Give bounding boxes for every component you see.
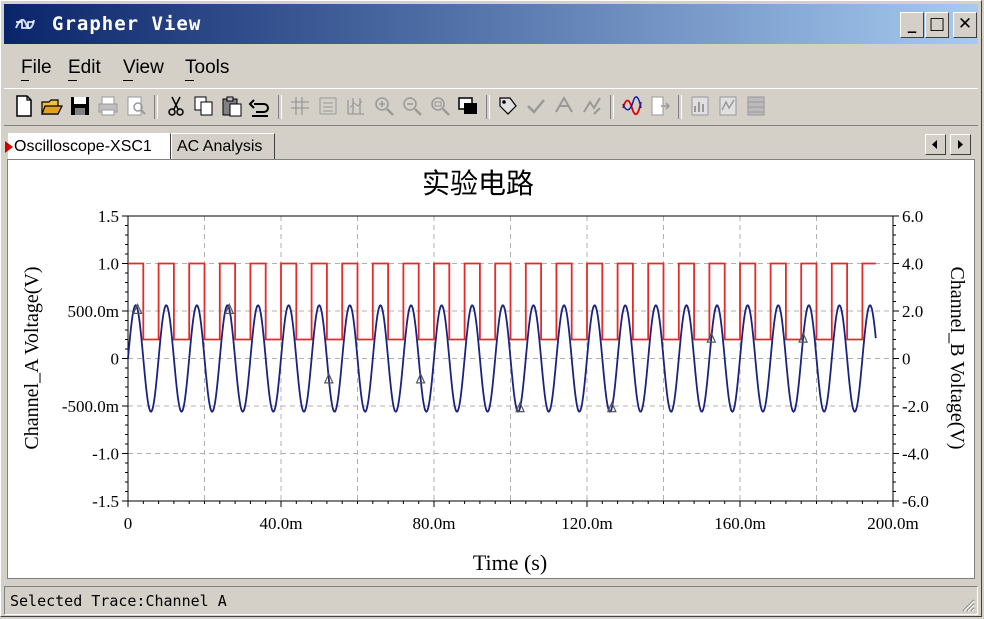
x-tick-label: 80.0m xyxy=(413,514,456,533)
x-tick-label: 120.0m xyxy=(561,514,612,533)
chart-title: 实验电路 xyxy=(422,168,534,200)
save-icon[interactable] xyxy=(68,94,92,118)
menu-file-label: File xyxy=(21,57,52,78)
window-title: Grapher View xyxy=(52,13,202,35)
x-tick-label: 0 xyxy=(124,514,133,533)
oscilloscope-chart[interactable]: 0 40.0m 80.0m 120.0m 160.0m 200.0m 1.5 1.0 500.0… xyxy=(8,160,974,578)
axis-layer: 0 40.0m 80.0m 120.0m 160.0m 200.0m 1.5 1.0 500.0… xyxy=(62,207,929,533)
close-button[interactable]: ✕ xyxy=(953,12,977,38)
overlay-traces-icon[interactable] xyxy=(580,94,604,118)
minimize-button[interactable]: _ xyxy=(900,12,924,38)
menu-file[interactable]: File xyxy=(21,57,52,81)
menu-view-mnemonic-underline xyxy=(123,80,133,81)
menu-edit[interactable]: Edit xyxy=(68,57,101,81)
menu-edit-label: Edit xyxy=(68,57,101,78)
paste-icon[interactable] xyxy=(220,94,244,118)
tab-oscilloscope-xsc1[interactable]: Oscilloscope-XSC1 xyxy=(5,133,171,159)
export-measurement-icon[interactable] xyxy=(648,94,672,118)
menu-file-mnemonic-underline xyxy=(21,80,29,81)
x-tick-label: 40.0m xyxy=(260,514,303,533)
toolbar-separator xyxy=(610,95,614,119)
grapher-window: Grapher View _ □ ✕ File Edit View Tools xyxy=(0,0,982,617)
x-axis-label: Time (s) xyxy=(473,550,547,575)
y-axis-label: Channel_A Voltage(V) xyxy=(21,266,43,449)
y-tick-label: 1.0 xyxy=(98,255,119,274)
toolbar xyxy=(4,88,978,126)
properties-icon[interactable] xyxy=(496,94,520,118)
toolbar-separator xyxy=(678,95,682,119)
reverse-colors-icon[interactable] xyxy=(456,94,480,118)
open-folder-icon[interactable] xyxy=(40,94,64,118)
undo-icon[interactable] xyxy=(248,94,272,118)
y-tick-label: 0 xyxy=(111,350,120,369)
y2-tick-label: -4.0 xyxy=(902,445,929,464)
maximize-button[interactable]: □ xyxy=(925,12,949,38)
x-tick-label: 160.0m xyxy=(714,514,765,533)
arrow-left-icon xyxy=(932,140,937,149)
toolbar-separator xyxy=(278,95,282,119)
legend-toggle-icon[interactable] xyxy=(316,94,340,118)
y-tick-label: -1.0 xyxy=(92,445,119,464)
tab-scroll-left-button[interactable] xyxy=(925,134,946,155)
zoom-full-icon[interactable] xyxy=(428,94,452,118)
tab-ac-analysis-label: AC Analysis xyxy=(177,138,263,155)
y-tick-label: 1.5 xyxy=(98,207,119,226)
grid-toggle-icon[interactable] xyxy=(288,94,312,118)
y2-tick-label: 6.0 xyxy=(902,207,923,226)
waveform-icon[interactable] xyxy=(716,94,740,118)
print-preview-icon[interactable] xyxy=(124,94,148,118)
minimize-icon: _ xyxy=(907,14,917,34)
zoom-out-icon[interactable] xyxy=(400,94,424,118)
cut-icon[interactable] xyxy=(164,94,188,118)
y2-tick-label: 0 xyxy=(902,350,911,369)
status-text: Selected Trace:Channel A xyxy=(10,592,227,610)
add-text-icon[interactable] xyxy=(552,94,576,118)
export-excel-icon[interactable] xyxy=(620,94,644,118)
graph-pane[interactable]: 0 40.0m 80.0m 120.0m 160.0m 200.0m 1.5 1.0 500.0… xyxy=(7,159,975,579)
y2-tick-label: -2.0 xyxy=(902,397,929,416)
select-marks-icon[interactable] xyxy=(524,94,548,118)
tab-scroll-right-button[interactable] xyxy=(950,134,971,155)
tab-strip: Oscilloscope-XSC1 AC Analysis xyxy=(4,131,978,159)
grayscale-icon[interactable] xyxy=(744,94,768,118)
cursors-toggle-icon[interactable] xyxy=(344,94,368,118)
grapher-app-icon xyxy=(15,18,35,30)
x-tick-label: 200.0m xyxy=(867,514,918,533)
y-tick-label: -500.0m xyxy=(62,397,119,416)
arrow-right-icon xyxy=(958,140,963,149)
menu-view[interactable]: View xyxy=(123,57,164,81)
menu-tools-mnemonic-underline xyxy=(185,80,194,81)
print-icon[interactable] xyxy=(96,94,120,118)
menu-edit-mnemonic-underline xyxy=(68,80,77,81)
tab-ac-analysis[interactable]: AC Analysis xyxy=(171,133,275,159)
y2-tick-label: -6.0 xyxy=(902,492,929,511)
series-layer xyxy=(127,262,877,413)
menu-view-label: View xyxy=(123,57,164,78)
copy-icon[interactable] xyxy=(192,94,216,118)
tab-oscilloscope-xsc1-label: Oscilloscope-XSC1 xyxy=(14,138,152,155)
menu-tools-label: Tools xyxy=(185,57,230,78)
active-tab-marker-icon xyxy=(5,141,13,153)
toolbar-separator xyxy=(486,95,490,119)
y2-tick-label: 4.0 xyxy=(902,255,923,274)
close-icon: ✕ xyxy=(957,14,973,34)
toolbar-separator xyxy=(154,95,158,119)
menu-tools[interactable]: Tools xyxy=(185,57,230,81)
zoom-in-icon[interactable] xyxy=(372,94,396,118)
y-tick-label: 500.0m xyxy=(68,302,119,321)
new-file-icon[interactable] xyxy=(12,94,36,118)
y2-tick-label: 2.0 xyxy=(902,302,923,321)
resize-grip-icon[interactable] xyxy=(959,596,975,612)
title-bar[interactable]: Grapher View _ □ ✕ xyxy=(4,4,978,44)
series-line-channel-b[interactable] xyxy=(128,262,876,341)
y2-axis-label: Channel_B Voltage(V) xyxy=(946,266,968,449)
maximize-icon: □ xyxy=(928,14,946,34)
y-tick-label: -1.5 xyxy=(92,492,119,511)
bar-chart-icon[interactable] xyxy=(688,94,712,118)
status-bar: Selected Trace:Channel A xyxy=(4,586,978,615)
